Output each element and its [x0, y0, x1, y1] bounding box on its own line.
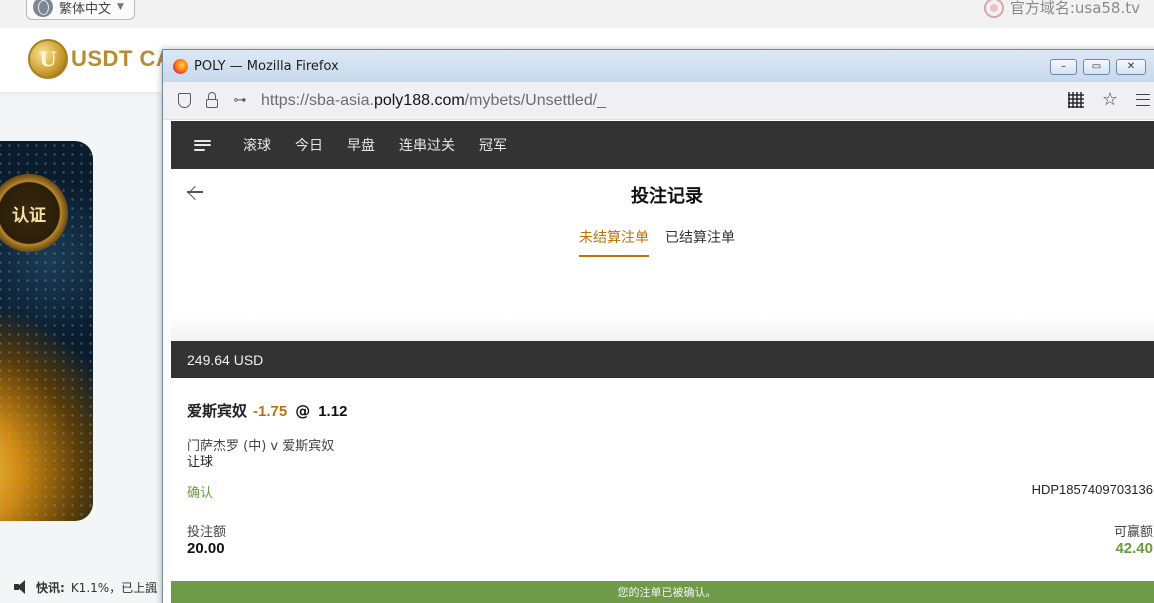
firefox-icon: [173, 58, 188, 74]
sports-navbar: 滚球 今日 早盘 连串过关 冠军: [171, 121, 1154, 169]
tracking-protection-icon[interactable]: [175, 92, 193, 110]
caret-down-icon: ▼: [117, 2, 124, 12]
restore-button[interactable]: ▭: [1083, 59, 1110, 75]
window-title: POLY — Mozilla Firefox: [194, 58, 339, 74]
news-ticker: 快讯: K1.1%，已上諷: [0, 573, 170, 601]
empty-area: [171, 257, 1154, 341]
page-header: 投注记录: [171, 169, 1154, 217]
language-selector[interactable]: 繁体中文 ▼: [26, 0, 135, 20]
brand-coin-icon: U: [28, 39, 68, 79]
official-domain: 官方域名:usa58.tv: [983, 0, 1140, 18]
ticket-id: HDP1857409703136: [1031, 482, 1153, 497]
bet-handicap: -1.75: [253, 403, 288, 420]
speaker-icon: [14, 580, 30, 594]
nav-today[interactable]: 今日: [295, 135, 323, 155]
close-button[interactable]: ✕: [1116, 59, 1146, 75]
nav-parlay[interactable]: 连串过关: [399, 135, 455, 155]
globe-icon: [33, 0, 53, 17]
nav-early[interactable]: 早盘: [347, 135, 375, 155]
bet-selection: 爱斯宾奴: [187, 402, 248, 420]
page-title: 投注记录: [631, 186, 703, 207]
minimize-button[interactable]: –: [1050, 59, 1077, 75]
tab-settled[interactable]: 已结算注单: [665, 227, 735, 257]
window-controls: – ▭ ✕: [1050, 59, 1146, 75]
bookmark-star-icon[interactable]: ☆: [1102, 91, 1118, 109]
app-menu-icon[interactable]: [1136, 94, 1150, 106]
bet-odds: 1.12: [318, 403, 348, 420]
language-label: 繁体中文: [59, 1, 112, 17]
lock-icon[interactable]: [203, 91, 221, 110]
balance-bar: 249.64 USD: [171, 341, 1154, 378]
url-prefix: https://sba-asia.: [261, 91, 374, 109]
top-strip: 繁体中文 ▼ 官方域名:usa58.tv: [0, 0, 1154, 28]
url-text[interactable]: https://sba-asia.poly188.com/mybets/Unse…: [261, 92, 606, 110]
address-bar-actions: ☆: [1067, 91, 1150, 109]
ticker-label: 快讯:: [36, 580, 65, 595]
official-domain-text: 官方域名:usa58.tv: [1009, 0, 1140, 17]
ticker-text: K1.1%，已上諷: [70, 580, 158, 595]
market-type: 让球: [187, 455, 214, 470]
menu-icon[interactable]: [194, 139, 211, 151]
win-value: 42.40: [1115, 540, 1153, 557]
bet-selection-line: 爱斯宾奴 -1.75 @ 1.12: [187, 400, 347, 421]
qr-code-icon[interactable]: [1067, 92, 1084, 108]
url-path: /mybets/Unsettled/_: [464, 91, 607, 109]
certified-badge-text: 认证: [12, 205, 46, 226]
balance-amount: 249.64 USD: [187, 351, 264, 368]
brand-logo[interactable]: U USDT CA: [28, 39, 172, 79]
bet-at-sign: @: [295, 402, 311, 420]
bet-tabs: 未结算注单 已结算注单: [163, 217, 1154, 257]
promo-banner[interactable]: 认证: [0, 141, 93, 521]
firefox-window: POLY — Mozilla Firefox – ▭ ✕ ⊶ https://s…: [162, 49, 1154, 603]
nav-live[interactable]: 滚球: [243, 135, 271, 155]
page-content: 滚球 今日 早盘 连串过关 冠军 投注记录 未结算注单 已结算注单 249.64…: [171, 121, 1154, 603]
win-label: 可赢额: [1113, 525, 1153, 540]
confirmation-toast: 您的注单已被确认。: [171, 581, 1154, 603]
window-titlebar[interactable]: POLY — Mozilla Firefox – ▭ ✕: [163, 50, 1154, 82]
url-host: poly188.com: [373, 91, 465, 109]
stake-label: 投注额: [187, 525, 227, 540]
brand-text: USDT CA: [71, 46, 173, 71]
domain-logo-icon: [983, 0, 1004, 18]
nav-outright[interactable]: 冠军: [479, 135, 507, 155]
bet-card: 爱斯宾奴 -1.75 @ 1.12 门萨杰罗 (中) v 爱斯宾奴 让球 确认 …: [171, 378, 1154, 578]
tab-unsettled[interactable]: 未结算注单: [579, 227, 649, 257]
address-bar[interactable]: ⊶ https://sba-asia.poly188.com/mybets/Un…: [163, 82, 1154, 120]
permissions-icon[interactable]: ⊶: [231, 92, 249, 110]
stake-value: 20.00: [187, 540, 225, 557]
bet-status: 确认: [187, 486, 214, 501]
